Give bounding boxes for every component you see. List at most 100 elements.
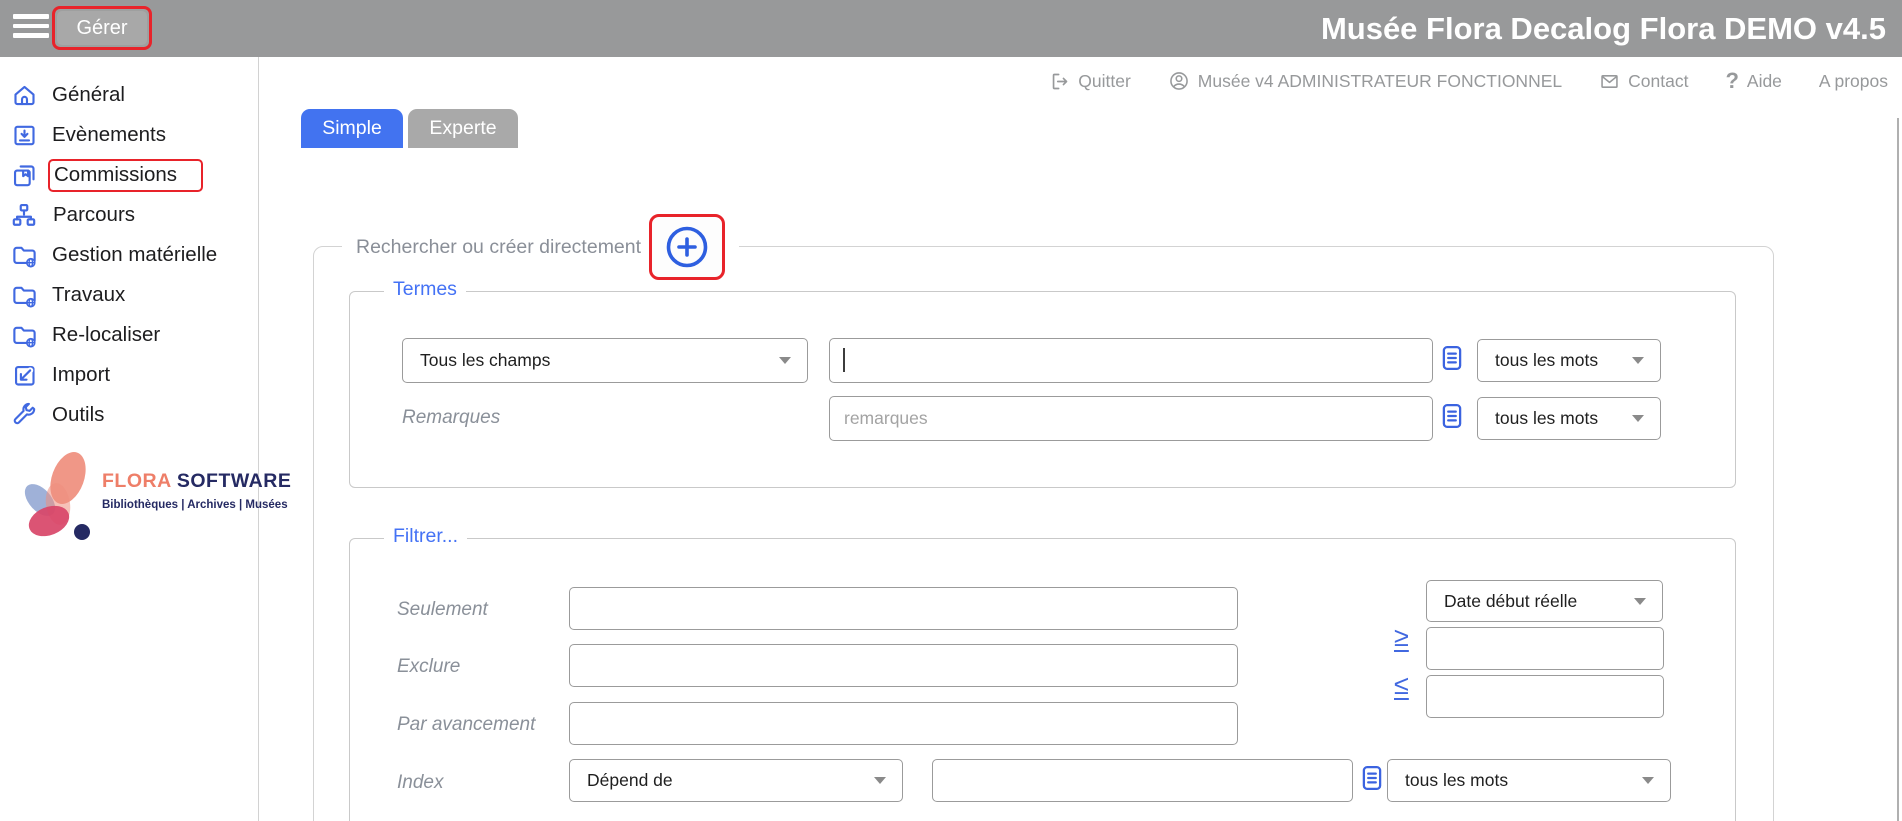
apropos-label: A propos	[1819, 71, 1888, 92]
folder-globe-icon	[11, 322, 38, 349]
sidebar-item-label: Import	[52, 363, 110, 387]
aide-label: Aide	[1747, 71, 1782, 92]
gerer-button[interactable]: Gérer	[57, 11, 147, 45]
search-create-panel: Rechercher ou créer directement Termes T…	[313, 246, 1774, 821]
sidebar-item-label: Travaux	[52, 283, 125, 307]
quitter-label: Quitter	[1078, 71, 1131, 92]
index-lookup-icon[interactable]	[1439, 401, 1465, 431]
quitter-link[interactable]: Quitter	[1049, 71, 1131, 92]
sidebar-item-label: Général	[52, 83, 125, 107]
term-input[interactable]	[829, 338, 1433, 383]
sidebar-item-label: Outils	[52, 403, 104, 427]
chevron-down-icon	[1634, 598, 1646, 605]
index-field-select-value: Dépend de	[587, 770, 673, 791]
date-from-input[interactable]	[1426, 627, 1664, 670]
field-select-value: Tous les champs	[420, 350, 550, 371]
seulement-label: Seulement	[397, 599, 488, 621]
date-to-input[interactable]	[1426, 675, 1664, 718]
termes-legend: Termes	[384, 278, 466, 301]
flora-software-logo: FLORA SOFTWARE Bibliothèques | Archives …	[10, 448, 255, 553]
sidebar-item-evenements[interactable]: Evènements	[11, 115, 246, 155]
remarques-input[interactable]	[829, 396, 1433, 441]
contact-link[interactable]: Contact	[1599, 71, 1688, 92]
remarques-match-select-value: tous les mots	[1495, 408, 1598, 429]
sidebar-item-re-localiser[interactable]: Re-localiser	[11, 315, 246, 355]
chevron-down-icon	[1632, 415, 1644, 422]
logo-brand-secondary: SOFTWARE	[177, 470, 292, 492]
chevron-down-icon	[874, 777, 886, 784]
envelope-icon	[1599, 71, 1620, 92]
index-lookup-icon[interactable]	[1359, 763, 1385, 793]
filtrer-group: Filtrer... Date début réelle Seulement ≥…	[349, 538, 1736, 821]
chevron-down-icon	[1632, 357, 1644, 364]
index-label: Index	[397, 772, 443, 794]
sidebar-item-label: Re-localiser	[52, 323, 160, 347]
less-equal-symbol[interactable]: ≤	[1394, 672, 1409, 699]
sidebar-item-parcours[interactable]: Parcours	[11, 195, 246, 235]
index-match-select[interactable]: tous les mots	[1387, 759, 1671, 802]
greater-equal-symbol[interactable]: ≥	[1394, 624, 1409, 651]
sidebar-item-general[interactable]: Général	[11, 75, 246, 115]
search-create-legend-text: Rechercher ou créer directement	[356, 236, 641, 259]
index-field-select[interactable]: Dépend de	[569, 759, 903, 802]
scrollbar[interactable]	[1897, 118, 1899, 821]
termes-group: Termes Tous les champs tous les mots Rem…	[349, 291, 1736, 488]
text-cursor	[843, 348, 845, 372]
avancement-label: Par avancement	[397, 714, 535, 736]
index-input[interactable]	[932, 759, 1353, 802]
sidebar-item-outils[interactable]: Outils	[11, 395, 246, 435]
seulement-input[interactable]	[569, 587, 1238, 630]
sitemap-icon	[11, 202, 37, 228]
tab-simple[interactable]: Simple	[301, 109, 403, 148]
date-field-select-value: Date début réelle	[1444, 591, 1577, 612]
chevron-down-icon	[1642, 777, 1654, 784]
logout-icon	[1049, 71, 1070, 92]
index-lookup-icon[interactable]	[1439, 343, 1465, 373]
user-account[interactable]: Musée v4 ADMINISTRATEUR FONCTIONNEL	[1168, 70, 1562, 92]
add-record-button[interactable]	[664, 224, 710, 270]
hamburger-menu-icon[interactable]	[13, 14, 49, 43]
folder-globe-icon	[11, 242, 38, 269]
archive-tray-icon	[11, 122, 38, 149]
home-icon	[11, 82, 38, 109]
help-icon: ?	[1725, 68, 1738, 94]
sidebar-item-label: Gestion matérielle	[52, 243, 217, 267]
chevron-down-icon	[779, 357, 791, 364]
filtrer-legend: Filtrer...	[384, 525, 467, 548]
sidebar-item-label: Parcours	[53, 203, 135, 227]
top-bar: Gérer Musée Flora Decalog Flora DEMO v4.…	[0, 0, 1902, 57]
sidebar-item-label: Evènements	[52, 123, 166, 147]
sidebar-item-travaux[interactable]: Travaux	[11, 275, 246, 315]
user-icon	[1168, 70, 1190, 92]
exclure-label: Exclure	[397, 656, 460, 678]
date-field-select[interactable]: Date début réelle	[1426, 580, 1663, 622]
remarques-match-select[interactable]: tous les mots	[1477, 397, 1661, 440]
logo-tagline: Bibliothèques | Archives | Musées	[102, 499, 291, 511]
search-create-legend: Rechercher ou créer directement	[342, 214, 739, 280]
sidebar-item-gestion-materielle[interactable]: Gestion matérielle	[11, 235, 246, 275]
term-match-select-value: tous les mots	[1495, 350, 1598, 371]
sidebar-item-import[interactable]: Import	[11, 355, 246, 395]
sidebar-item-commissions[interactable]: Commissions	[11, 155, 246, 195]
wrench-icon	[11, 402, 38, 429]
term-match-select[interactable]: tous les mots	[1477, 339, 1661, 382]
sidebar-item-label: Commissions	[48, 159, 203, 192]
windows-copy-icon	[11, 162, 38, 189]
contact-label: Contact	[1628, 71, 1688, 92]
aide-link[interactable]: ? Aide	[1725, 68, 1781, 94]
logo-brand-primary: FLORA	[102, 470, 171, 492]
app-window: Gérer Musée Flora Decalog Flora DEMO v4.…	[0, 0, 1902, 821]
tab-experte[interactable]: Experte	[408, 109, 518, 148]
flora-flower-icon	[10, 448, 110, 548]
header-links: Quitter Musée v4 ADMINISTRATEUR FONCTION…	[1049, 57, 1888, 105]
field-select[interactable]: Tous les champs	[402, 338, 808, 383]
remarques-label: Remarques	[402, 407, 500, 429]
index-match-select-value: tous les mots	[1405, 770, 1508, 791]
apropos-link[interactable]: A propos	[1819, 71, 1888, 92]
avancement-input[interactable]	[569, 702, 1238, 745]
annotation-box-plus	[649, 214, 725, 280]
import-icon	[11, 362, 38, 389]
user-label: Musée v4 ADMINISTRATEUR FONCTIONNEL	[1198, 71, 1562, 92]
folder-globe-icon	[11, 282, 38, 309]
exclure-input[interactable]	[569, 644, 1238, 687]
